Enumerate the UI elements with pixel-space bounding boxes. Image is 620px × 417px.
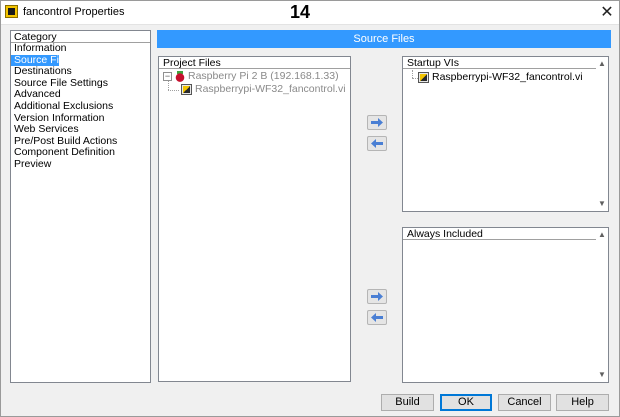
category-item-additional-exclusions[interactable]: Additional Exclusions: [11, 100, 150, 113]
always-included-scrollbar[interactable]: ▲ ▼: [596, 228, 608, 382]
target-label: Raspberry Pi 2 B (192.168.1.33): [188, 70, 339, 82]
labview-vi-icon: [181, 83, 192, 95]
arrow-right-icon: [371, 118, 383, 127]
category-item-information[interactable]: Information: [11, 42, 150, 55]
labview-vi-icon: [418, 71, 429, 83]
always-included-header: Always Included: [403, 228, 608, 240]
ok-button[interactable]: OK: [440, 394, 492, 411]
tree-connector: [412, 70, 413, 78]
category-item-web-services[interactable]: Web Services: [11, 124, 150, 136]
remove-startup-vi-button[interactable]: [367, 136, 387, 151]
help-button[interactable]: Help: [556, 394, 609, 411]
arrow-left-icon: [371, 313, 383, 322]
collapse-icon[interactable]: −: [163, 71, 172, 81]
title-bar[interactable]: fancontrol Properties 14 ✕: [1, 1, 619, 25]
remove-always-included-button[interactable]: [367, 310, 387, 325]
startup-vis-scrollbar[interactable]: ▲ ▼: [596, 57, 608, 211]
labview-app-icon: [5, 5, 18, 18]
cancel-button[interactable]: Cancel: [498, 394, 551, 411]
close-icon: ✕: [600, 4, 614, 21]
startup-vis-header: Startup VIs: [403, 57, 608, 69]
scroll-up-icon[interactable]: ▲: [596, 58, 608, 70]
properties-dialog: fancontrol Properties 14 ✕ Category Info…: [0, 0, 620, 417]
raspberry-pi-icon: [175, 70, 185, 82]
tree-row-target[interactable]: − Raspberry Pi 2 B (192.168.1.33): [163, 70, 339, 82]
close-button[interactable]: ✕: [597, 3, 617, 23]
scroll-down-icon[interactable]: ▼: [596, 198, 608, 210]
category-item-preview[interactable]: Preview: [11, 158, 150, 171]
window-title: fancontrol Properties: [23, 6, 125, 18]
category-list[interactable]: Category Information Source Files Destin…: [10, 30, 151, 383]
vi-label: Raspberrypi-WF32_fancontrol.vi: [195, 83, 346, 95]
startup-vi-label: Raspberrypi-WF32_fancontrol.vi: [432, 71, 583, 83]
tree-row-vi[interactable]: Raspberrypi-WF32_fancontrol.vi: [181, 83, 346, 95]
project-files-panel[interactable]: Project Files − Raspberry Pi 2 B (192.168…: [158, 56, 351, 382]
always-included-panel[interactable]: Always Included ▲ ▼: [402, 227, 609, 383]
project-files-header: Project Files: [159, 57, 350, 69]
annotation-number: 14: [290, 2, 311, 22]
add-always-included-button[interactable]: [367, 289, 387, 304]
tree-connector: [168, 90, 179, 91]
scroll-down-icon[interactable]: ▼: [596, 369, 608, 381]
startup-vis-panel[interactable]: Startup VIs Raspberrypi-WF32_fancontrol.…: [402, 56, 609, 212]
arrow-left-icon: [371, 139, 383, 148]
startup-vi-item[interactable]: Raspberrypi-WF32_fancontrol.vi: [418, 71, 583, 83]
arrow-right-icon: [371, 292, 383, 301]
section-banner: Source Files: [157, 30, 611, 48]
add-startup-vi-button[interactable]: [367, 115, 387, 130]
build-button[interactable]: Build: [381, 394, 434, 411]
scroll-up-icon[interactable]: ▲: [596, 229, 608, 241]
